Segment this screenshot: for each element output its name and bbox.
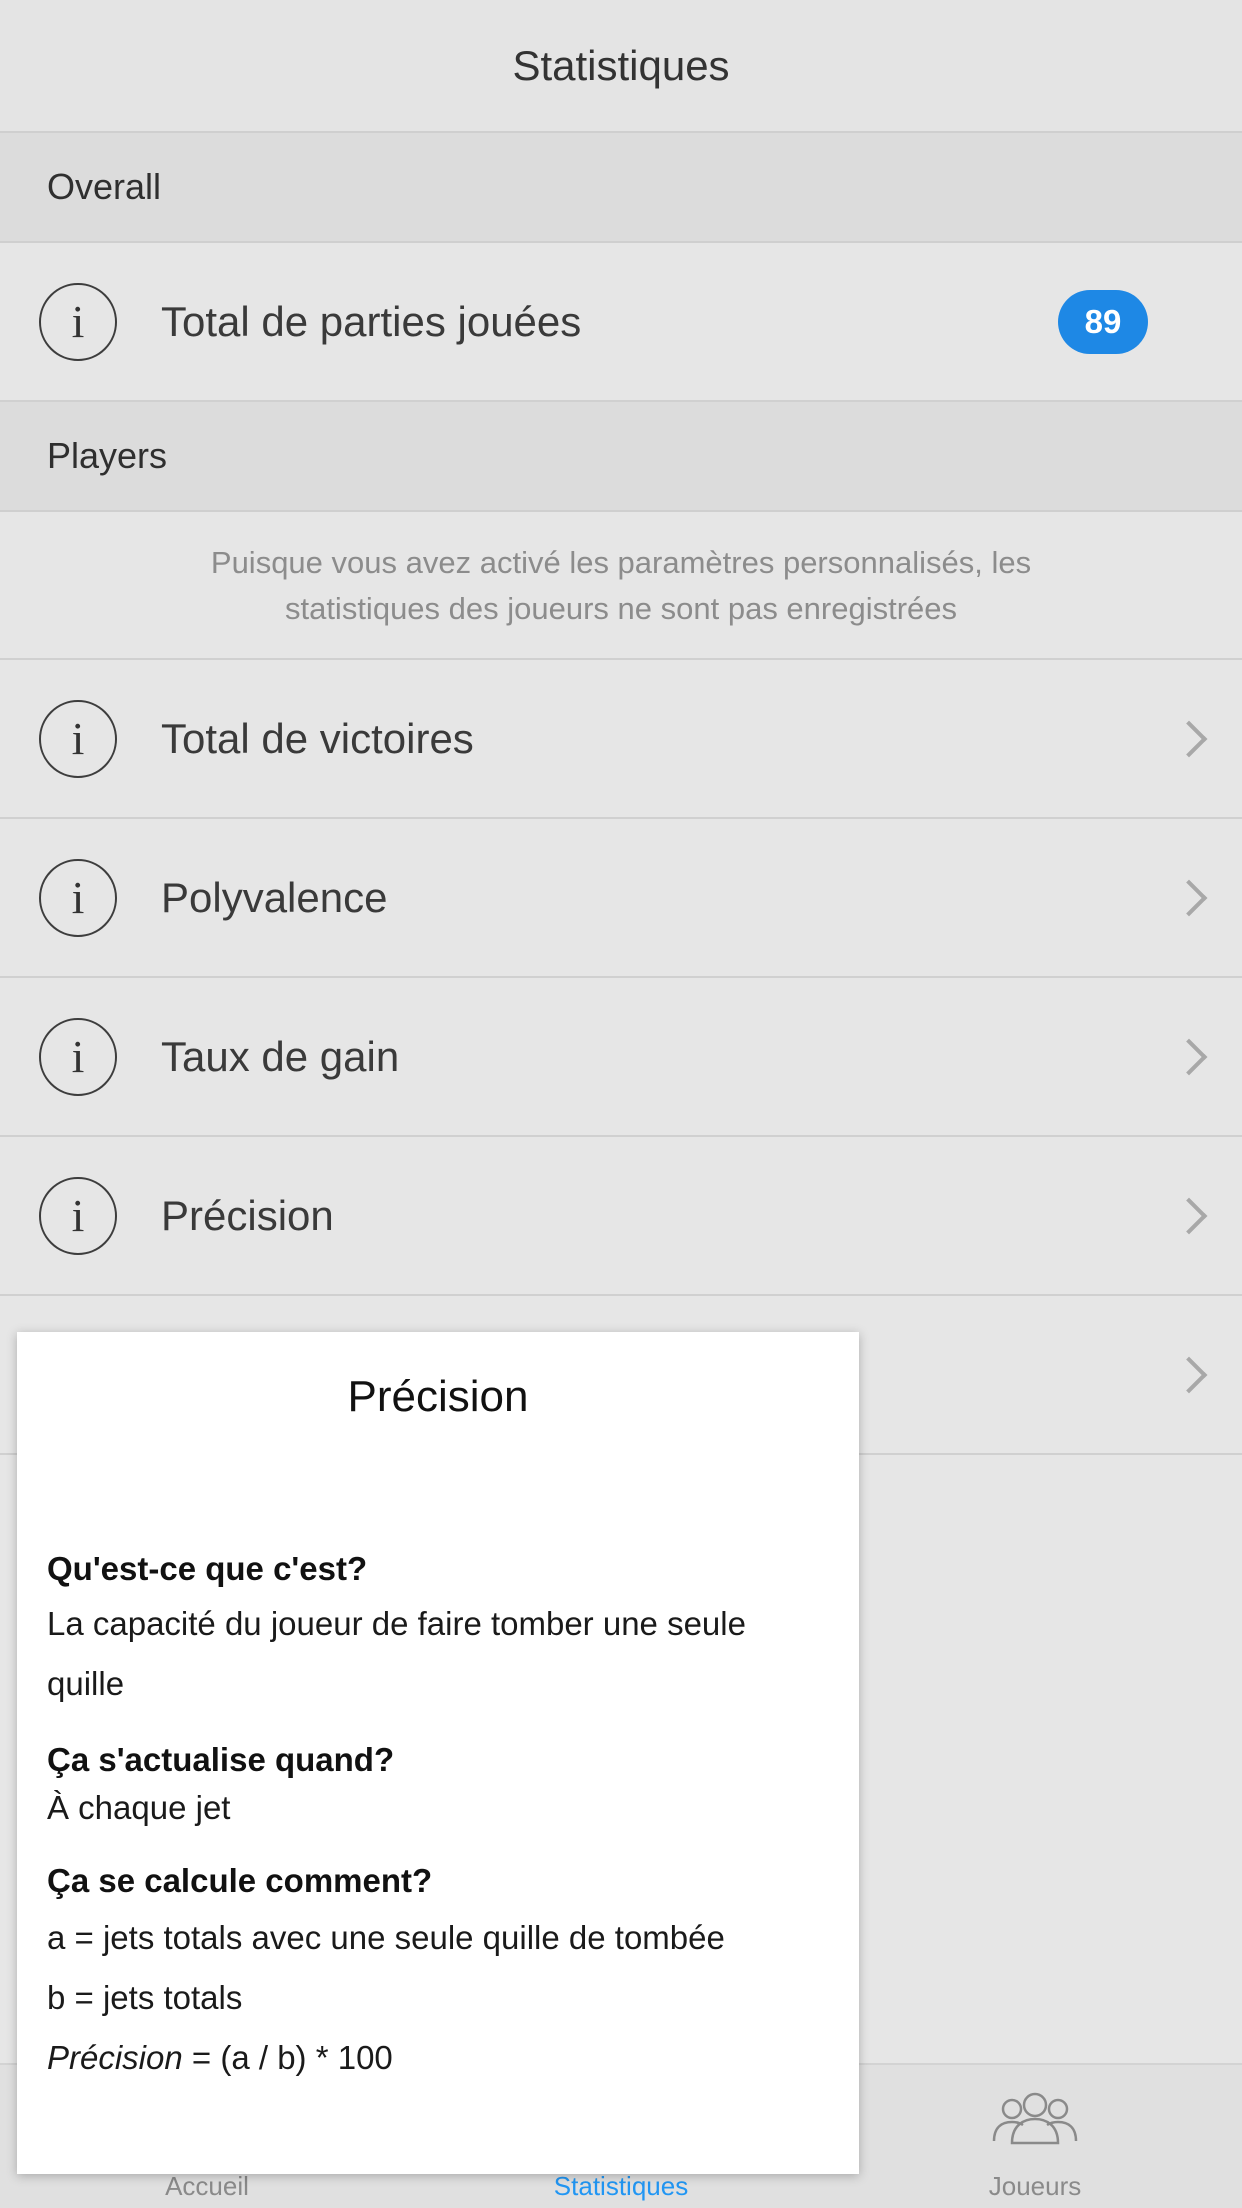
- row-label: Taux de gain: [161, 1032, 400, 1080]
- row-polyvalence[interactable]: i Polyvalence: [0, 819, 1242, 978]
- row-taux-de-gain[interactable]: i Taux de gain: [0, 978, 1242, 1137]
- section-header-overall: Overall: [0, 133, 1242, 243]
- row-label: Précision: [161, 1191, 334, 1239]
- popup-title: Précision: [347, 1372, 529, 1421]
- popup-formula: Précision = (a / b) * 100: [47, 2028, 829, 2088]
- page-title: Statistiques: [512, 41, 730, 89]
- chevron-right-icon: [1170, 1038, 1208, 1075]
- info-icon[interactable]: i: [39, 699, 117, 778]
- chevron-right-icon: [1170, 1197, 1208, 1234]
- row-label: Total de parties jouées: [161, 297, 582, 345]
- popup-answer: La capacité du joueur de faire tomber un…: [47, 1605, 746, 1702]
- players-notice: Puisque vous avez activé les paramètres …: [0, 514, 1242, 660]
- row-label: Polyvalence: [161, 873, 388, 921]
- popup-section-what: Qu'est-ce que c'est? La capacité du joue…: [47, 1544, 829, 1714]
- tab-label: Statistiques: [553, 2171, 689, 2201]
- popup-answer: À chaque jet: [47, 1789, 231, 1826]
- players-icon: [992, 2092, 1078, 2145]
- tab-label: Joueurs: [988, 2171, 1082, 2201]
- notice-text: Puisque vous avez activé les paramètres …: [210, 545, 1032, 626]
- info-icon[interactable]: i: [39, 858, 117, 937]
- popup-answer-line: b = jets totals: [47, 1979, 243, 2016]
- row-total-games[interactable]: i Total de parties jouées 89: [0, 243, 1242, 402]
- popup-answer-line: a = jets totals avec une seule quille de…: [47, 1919, 725, 1956]
- popup-section-how: Ça se calcule comment? a = jets totals a…: [47, 1854, 829, 2088]
- row-label: Total de victoires: [161, 714, 474, 762]
- tab-joueurs[interactable]: Joueurs: [828, 2065, 1242, 2208]
- chevron-right-icon: [1170, 879, 1208, 916]
- chevron-right-icon: [1170, 1356, 1208, 1393]
- nav-bar: Statistiques: [0, 0, 1242, 133]
- row-precision[interactable]: i Précision: [0, 1137, 1242, 1296]
- section-header-label: Overall: [47, 166, 162, 207]
- chevron-right-icon: [1170, 720, 1208, 757]
- tab-label: Accueil: [165, 2171, 249, 2201]
- formula-term: Précision: [47, 2039, 183, 2076]
- formula-rest: = (a / b) * 100: [182, 2039, 393, 2076]
- screen: Statistiques Overall i Total de parties …: [0, 0, 1242, 2208]
- section-header-label: Players: [47, 435, 168, 476]
- info-icon[interactable]: i: [39, 1017, 117, 1096]
- popup-question: Ça se calcule comment?: [47, 1862, 433, 1899]
- section-header-players: Players: [0, 402, 1242, 512]
- info-popup[interactable]: Précision Qu'est-ce que c'est? La capaci…: [17, 1332, 859, 2174]
- info-icon[interactable]: i: [39, 1176, 117, 1255]
- info-icon[interactable]: i: [39, 282, 117, 361]
- popup-question: Qu'est-ce que c'est?: [47, 1550, 368, 1587]
- popup-section-when: Ça s'actualise quand? À chaque jet: [47, 1736, 829, 1832]
- count-badge: 89: [1058, 289, 1148, 354]
- row-total-victoires[interactable]: i Total de victoires: [0, 660, 1242, 819]
- popup-question: Ça s'actualise quand?: [47, 1741, 395, 1778]
